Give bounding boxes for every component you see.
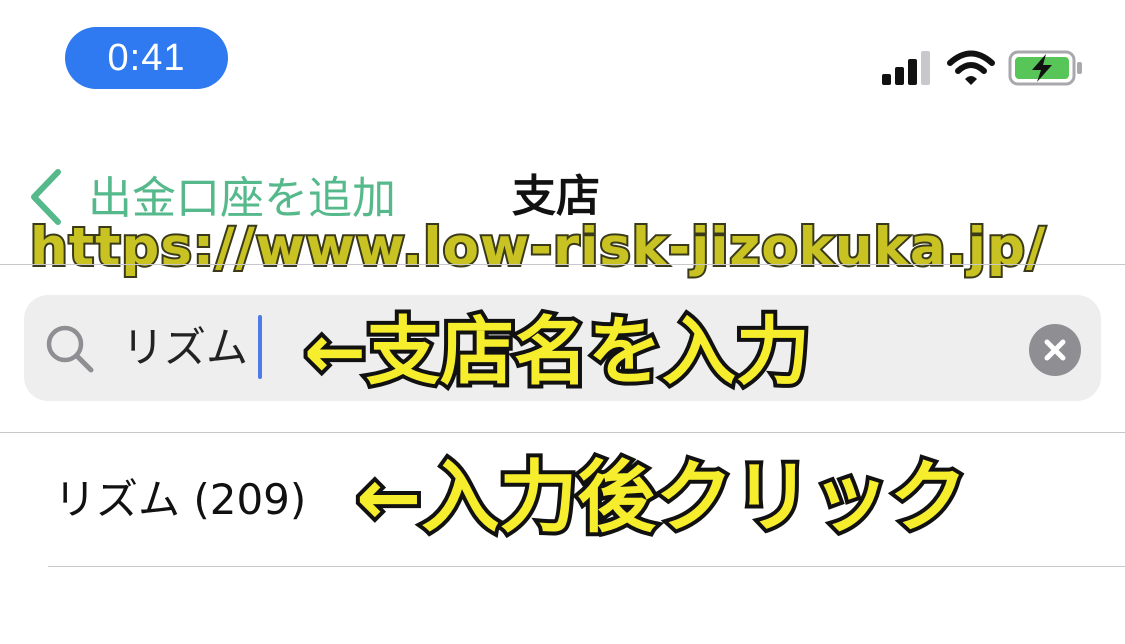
watermark-url: https://www.low-risk-jizokuka.jp/ [28, 215, 1047, 280]
list-item[interactable]: リズム (209) [54, 470, 306, 530]
wifi-icon [947, 50, 995, 85]
battery-charging-icon [1008, 50, 1082, 86]
search-value[interactable]: リズム [122, 318, 248, 378]
status-icons [880, 48, 1090, 88]
branch-search-screen: 0:41 出金口座を追加 支店 https://www.low-risk-jiz… [0, 0, 1125, 644]
row-divider [48, 566, 1125, 567]
status-time: 0:41 [65, 27, 228, 89]
cellular-signal-icon [882, 51, 930, 85]
search-icon [46, 325, 94, 373]
text-caret [258, 315, 262, 379]
search-divider [0, 432, 1125, 433]
annotation-search-hint: ←支店名を入力 [300, 305, 814, 399]
close-icon[interactable] [1029, 324, 1081, 376]
nav-divider [0, 264, 1125, 265]
annotation-result-hint: ←入力後クリック [352, 449, 971, 547]
